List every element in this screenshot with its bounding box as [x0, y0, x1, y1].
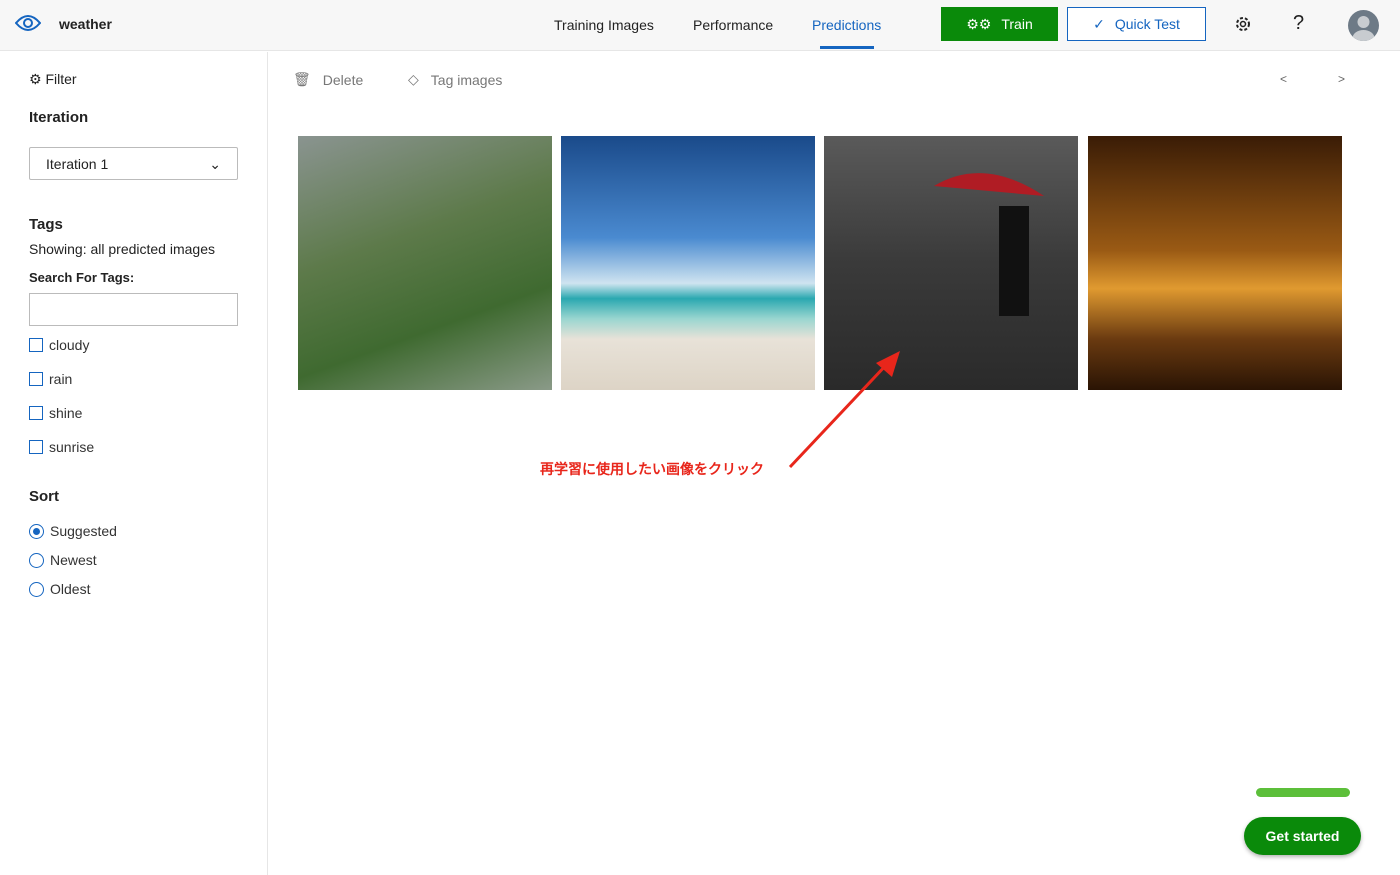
tag-images-label: Tag images	[430, 71, 503, 88]
tag-icon: ◇	[408, 71, 419, 87]
sort-radio-oldest[interactable]: Oldest	[29, 581, 90, 597]
get-started-button[interactable]: Get started	[1244, 817, 1361, 855]
settings-gear-icon[interactable]	[1233, 14, 1253, 34]
search-tags-input[interactable]	[29, 293, 238, 326]
train-button[interactable]: ⚙⚙ Train	[941, 7, 1058, 41]
prediction-image-sunset[interactable]	[1088, 136, 1342, 390]
quick-test-label: Quick Test	[1114, 16, 1180, 32]
top-bar: weather Training Images Performance Pred…	[0, 0, 1400, 51]
gears-icon: ⚙⚙	[966, 15, 992, 32]
tab-performance[interactable]: Performance	[693, 17, 773, 33]
tab-training-images[interactable]: Training Images	[554, 17, 654, 33]
delete-label: Delete	[322, 71, 364, 88]
check-icon: ✓	[1093, 15, 1105, 32]
iteration-select[interactable]: Iteration 1 ⌄	[29, 147, 238, 180]
progress-bar	[1256, 788, 1350, 797]
delete-button[interactable]: 🗑 Delete	[293, 71, 363, 88]
prediction-image-beach[interactable]	[561, 136, 815, 390]
sliders-icon: ⚙	[29, 71, 42, 87]
sort-label: Newest	[50, 552, 97, 568]
tag-label: cloudy	[49, 337, 90, 353]
quick-test-button[interactable]: ✓ Quick Test	[1067, 7, 1206, 41]
active-tab-indicator	[820, 46, 874, 49]
eye-logo-icon	[15, 15, 41, 31]
tab-predictions[interactable]: Predictions	[812, 17, 881, 33]
tag-images-button[interactable]: ◇ Tag images	[408, 71, 502, 88]
tag-checkbox-shine[interactable]: shine	[29, 405, 82, 421]
tag-label: shine	[49, 405, 83, 421]
prediction-image-rain-trees[interactable]	[298, 136, 552, 390]
filter-toggle[interactable]: ⚙ Filter	[29, 71, 77, 88]
annotation-arrow-icon	[788, 351, 900, 469]
sort-label: Suggested	[50, 523, 117, 539]
sort-label: Oldest	[50, 581, 91, 597]
tag-checkbox-sunrise[interactable]: sunrise	[29, 439, 94, 455]
train-label: Train	[1001, 16, 1033, 32]
iteration-value: Iteration 1	[46, 156, 109, 172]
chevron-down-icon: ⌄	[209, 156, 221, 172]
help-button[interactable]: ?	[1293, 12, 1304, 35]
next-page-button[interactable]: >	[1338, 72, 1345, 86]
tag-checkbox-cloudy[interactable]: cloudy	[29, 337, 89, 353]
annotation-text: 再学習に使用したい画像をクリック	[540, 461, 764, 477]
project-name: weather	[59, 16, 112, 32]
prev-page-button[interactable]: <	[1280, 72, 1287, 86]
user-avatar[interactable]	[1348, 10, 1379, 41]
filter-label: Filter	[45, 71, 77, 87]
trash-icon: 🗑	[293, 71, 311, 87]
tag-label: sunrise	[49, 439, 95, 455]
sort-heading: Sort	[29, 488, 59, 505]
sort-radio-suggested[interactable]: Suggested	[29, 523, 117, 539]
search-tags-label: Search For Tags:	[29, 270, 135, 285]
tag-checkbox-rain[interactable]: rain	[29, 371, 72, 387]
iteration-heading: Iteration	[29, 109, 89, 126]
showing-text: Showing: all predicted images	[29, 241, 215, 257]
sort-radio-newest[interactable]: Newest	[29, 552, 97, 568]
tag-label: rain	[49, 371, 73, 387]
tags-heading: Tags	[29, 216, 63, 233]
